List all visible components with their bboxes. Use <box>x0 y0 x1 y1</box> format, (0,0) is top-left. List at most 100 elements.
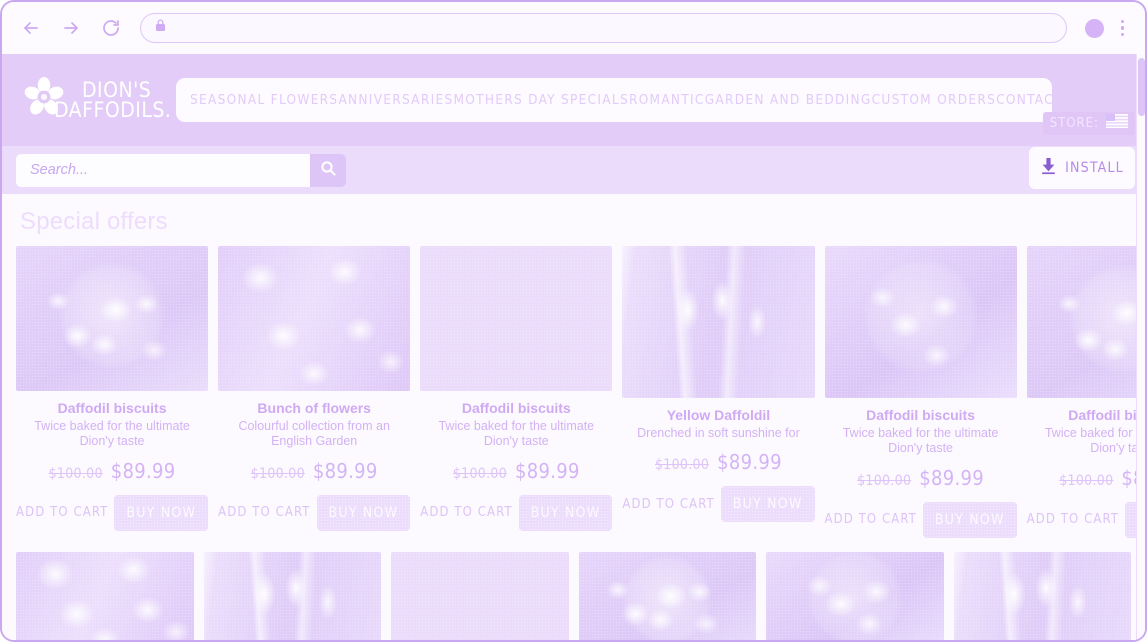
product-image[interactable] <box>1026 246 1145 398</box>
search-icon <box>320 160 337 180</box>
product-price-old: $100.00 <box>1059 472 1114 489</box>
product-price-old: $100.00 <box>654 457 710 474</box>
product-grid: Daffodil biscuits Twice baked for the ul… <box>16 246 1145 538</box>
add-to-cart-button[interactable]: Add to cart <box>622 493 714 516</box>
buy-now-button[interactable]: Buy now <box>316 494 411 531</box>
add-to-cart-button[interactable]: Add to cart <box>218 501 310 524</box>
product-image[interactable] <box>622 246 815 398</box>
us-flag-icon <box>1106 114 1128 133</box>
product-actions: Add to cart Buy now <box>622 486 815 523</box>
product-image[interactable] <box>766 551 944 640</box>
site-logo[interactable]: Dion's Daffodils. <box>16 76 171 125</box>
product-card[interactable]: Daffodil biscuits Twice baked for the ul… <box>420 246 613 538</box>
product-title: Daffodil biscuits <box>866 407 976 423</box>
product-actions: Add to cart Buy now <box>825 501 1017 538</box>
product-title: Bunch of flowers <box>257 400 371 416</box>
product-card[interactable]: Yellow Daffoldil Drenched in soft sunshi… <box>622 246 815 538</box>
page-scrollbar[interactable] <box>1136 54 1145 640</box>
page-viewport: Dion's Daffodils. Seasonal flowers Anniv… <box>2 54 1145 640</box>
product-card[interactable] <box>578 551 756 640</box>
nav-item-garden-and-bedding[interactable]: Garden and bedding <box>705 92 872 108</box>
product-card[interactable] <box>766 551 944 640</box>
product-price-new: $89.99 <box>515 458 580 483</box>
product-image[interactable] <box>218 246 411 391</box>
product-price-old: $100.00 <box>452 465 508 482</box>
add-to-cart-button[interactable]: Add to cart <box>1027 508 1119 531</box>
product-image[interactable] <box>16 551 194 640</box>
product-card[interactable]: Daffodil biscuits Twice baked for the ul… <box>1026 246 1145 538</box>
main-navigation: Seasonal flowers Anniversaries Mothers d… <box>176 78 1061 122</box>
back-icon[interactable] <box>16 13 46 43</box>
site-header: Dion's Daffodils. Seasonal flowers Anniv… <box>2 54 1145 194</box>
product-price-old: $100.00 <box>48 465 103 482</box>
add-to-cart-button[interactable]: Add to cart <box>16 501 108 524</box>
logo-line-2: Daffodils. <box>54 98 172 122</box>
product-grid-row-2 <box>16 551 1131 640</box>
nav-item-mothers-day-specials[interactable]: Mothers day specials <box>453 92 628 108</box>
reload-icon[interactable] <box>96 13 126 43</box>
product-image[interactable] <box>391 551 569 640</box>
product-card[interactable] <box>953 551 1131 640</box>
search-button[interactable] <box>310 153 346 187</box>
product-price-old: $100.00 <box>857 472 912 489</box>
search-strip <box>2 146 1145 194</box>
product-prices: $100.00 $89.99 <box>453 459 580 483</box>
product-price-old: $100.00 <box>250 465 305 482</box>
nav-item-custom-orders[interactable]: Custom orders <box>872 92 996 108</box>
product-description: Twice baked for the ultimate Dion'y tast… <box>438 419 595 449</box>
avatar[interactable] <box>1084 18 1104 38</box>
product-image[interactable] <box>420 246 613 391</box>
product-price-new: $89.99 <box>110 458 176 483</box>
install-button[interactable]: Install <box>1029 147 1135 189</box>
product-image[interactable] <box>953 551 1131 640</box>
product-prices: $100.00 $89.99 <box>857 466 984 490</box>
product-image[interactable] <box>578 551 756 640</box>
product-description: Twice baked for the ultimate Dion'y tast… <box>34 419 190 449</box>
search-bar <box>16 153 346 187</box>
buy-now-button[interactable]: Buy now <box>922 501 1017 538</box>
product-card[interactable] <box>391 551 569 640</box>
product-card[interactable] <box>16 551 194 640</box>
buy-now-button[interactable]: Buy now <box>518 494 613 531</box>
product-image[interactable] <box>16 246 209 391</box>
product-card[interactable]: Daffodil biscuits Twice baked for the ul… <box>16 246 209 538</box>
product-image[interactable] <box>203 551 381 640</box>
product-title: Daffodil biscuits <box>461 400 571 416</box>
add-to-cart-button[interactable]: Add to cart <box>420 501 512 524</box>
scrollbar-thumb[interactable] <box>1138 58 1145 116</box>
url-bar[interactable] <box>140 13 1067 43</box>
product-actions: Add to cart Buy now <box>218 494 411 531</box>
product-prices: $100.00 $89.99 <box>251 459 378 483</box>
product-card[interactable]: Bunch of flowers Colourful collection fr… <box>218 246 411 538</box>
add-to-cart-button[interactable]: Add to cart <box>825 508 917 531</box>
nav-item-anniversaries[interactable]: Anniversaries <box>338 92 453 108</box>
product-price-new: $89.99 <box>717 450 782 475</box>
store-selector[interactable]: Store: <box>1042 112 1135 135</box>
header-top-row: Dion's Daffodils. Seasonal flowers Anniv… <box>2 54 1145 146</box>
browser-window: Dion's Daffodils. Seasonal flowers Anniv… <box>0 0 1147 642</box>
buy-now-button[interactable]: Buy now <box>720 486 815 523</box>
product-actions: Add to cart Buy now <box>1027 501 1145 538</box>
nav-item-contact[interactable]: Contact <box>996 92 1063 108</box>
product-actions: Add to cart Buy now <box>420 494 613 531</box>
product-description: Drenched in soft sunshine for <box>637 426 800 441</box>
page-title: Special offers <box>20 208 168 235</box>
forward-icon[interactable] <box>56 13 86 43</box>
product-description: Twice baked for the ultimate Dion'y tast… <box>1044 426 1145 456</box>
product-description: Colourful collection from an English Gar… <box>238 419 390 449</box>
kebab-menu-icon[interactable] <box>1118 16 1128 41</box>
product-description: Twice baked for the ultimate Dion'y tast… <box>842 426 999 456</box>
browser-toolbar <box>2 2 1145 54</box>
product-image[interactable] <box>824 246 1017 398</box>
lock-icon <box>155 19 166 37</box>
product-prices: $100.00 $89.99 <box>1059 466 1145 490</box>
main-content: Special offers Daffodil biscuits Twice b… <box>2 194 1145 640</box>
product-card[interactable]: Daffodil biscuits Twice baked for the ul… <box>824 246 1017 538</box>
search-input[interactable] <box>16 153 310 187</box>
product-prices: $100.00 $89.99 <box>655 450 782 474</box>
product-card[interactable] <box>203 551 381 640</box>
product-price-new: $89.99 <box>919 465 985 490</box>
buy-now-button[interactable]: Buy now <box>114 494 209 531</box>
nav-item-romantic[interactable]: Romantic <box>629 92 705 108</box>
nav-item-seasonal-flowers[interactable]: Seasonal flowers <box>190 92 338 108</box>
